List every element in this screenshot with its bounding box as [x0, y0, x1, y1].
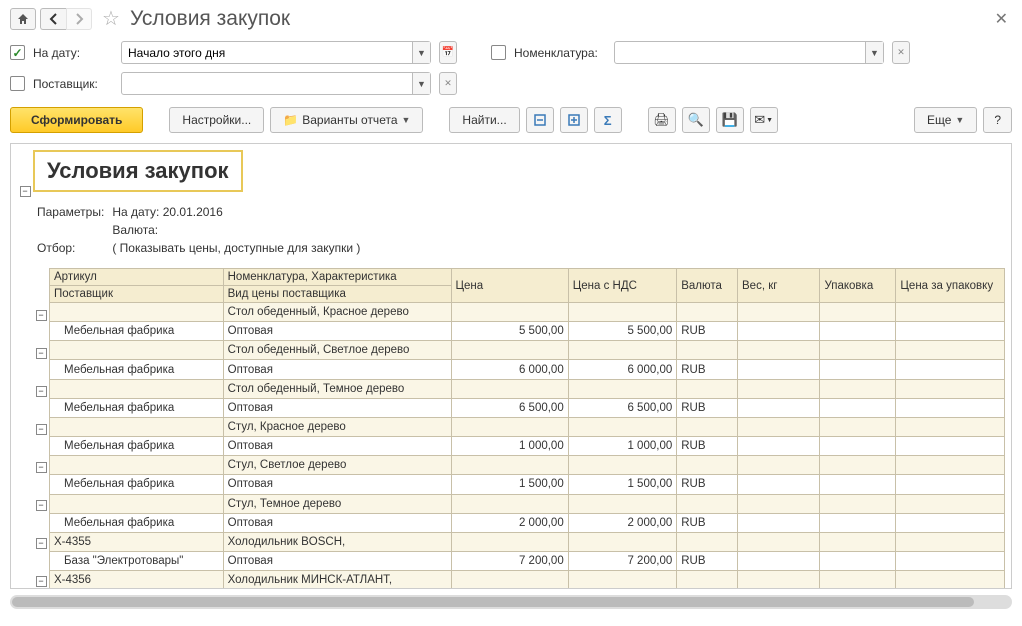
tree-toggle[interactable]: − [36, 538, 47, 549]
table-row: X-4355Холодильник BOSCH, [50, 532, 1005, 551]
settings-button[interactable]: Настройки... [169, 107, 264, 133]
supplier-clear-icon[interactable] [439, 72, 457, 95]
supplier-checkbox[interactable] [10, 76, 25, 91]
tree-toggle[interactable]: − [36, 310, 47, 321]
date-checkbox[interactable] [10, 45, 25, 60]
favorite-star-icon[interactable]: ☆ [102, 6, 120, 31]
table-row: Стул, Темное дерево [50, 494, 1005, 513]
date-input[interactable] [122, 46, 412, 60]
th-article: Артикул [50, 269, 224, 286]
collapse-icon[interactable] [560, 107, 588, 133]
tree-toggle[interactable]: − [36, 500, 47, 511]
generate-button[interactable]: Сформировать [10, 107, 143, 133]
table-row: Мебельная фабрикаОптовая2 000,002 000,00… [50, 513, 1005, 532]
report-variants-button[interactable]: 📁 Варианты отчета ▼ [270, 107, 423, 133]
more-button[interactable]: Еще ▼ [914, 107, 977, 133]
th-weight: Вес, кг [738, 269, 820, 303]
chevron-down-icon: ▼ [402, 115, 411, 125]
report-viewport[interactable]: − Условия закупок Параметры: На дату: 20… [10, 143, 1012, 589]
th-nomenclature: Номенклатура, Характеристика [223, 269, 451, 286]
th-supplier: Поставщик [50, 286, 224, 303]
table-row: Мебельная фабрикаОптовая1 000,001 000,00… [50, 437, 1005, 456]
nomenclature-combo[interactable]: ▼ [614, 41, 884, 64]
table-row: Мебельная фабрикаОптовая1 500,001 500,00… [50, 475, 1005, 494]
nomenclature-clear-icon[interactable] [892, 41, 910, 64]
tree-toggle[interactable]: − [36, 348, 47, 359]
nomenclature-input[interactable] [615, 46, 865, 60]
page-title: Условия закупок [130, 7, 290, 31]
find-button[interactable]: Найти... [449, 107, 519, 133]
nomenclature-label: Номенклатура: [514, 46, 606, 60]
th-price: Цена [451, 269, 568, 303]
tree-toggle[interactable]: − [36, 386, 47, 397]
date-label: На дату: [33, 46, 113, 60]
expand-icon[interactable] [526, 107, 554, 133]
save-icon[interactable]: 💾 [716, 107, 744, 133]
tree-toggle[interactable]: − [36, 462, 47, 473]
help-button[interactable]: ? [983, 107, 1012, 133]
table-row: Стол обеденный, Красное дерево [50, 303, 1005, 322]
tree-toggle-root[interactable]: − [20, 186, 31, 197]
th-package: Упаковка [820, 269, 896, 303]
preview-icon[interactable]: 🔍 [682, 107, 710, 133]
print-icon[interactable]: 🖨 [648, 107, 676, 133]
table-row: Стул, Красное дерево [50, 417, 1005, 436]
table-row: Мебельная фабрикаОптовая5 500,005 500,00… [50, 322, 1005, 341]
table-row: X-4356Холодильник МИНСК-АТЛАНТ, [50, 571, 1005, 589]
tree-toggle[interactable]: − [36, 424, 47, 435]
date-combo[interactable]: ▼ [121, 41, 431, 64]
supplier-input[interactable] [122, 77, 412, 91]
chevron-down-icon: ▼ [955, 115, 964, 125]
supplier-combo[interactable]: ▼ [121, 72, 431, 95]
home-button[interactable] [10, 8, 36, 30]
close-icon[interactable]: ✕ [991, 9, 1012, 29]
th-currency: Валюта [677, 269, 738, 303]
sum-icon[interactable]: Σ [594, 107, 622, 133]
data-table: Артикул Номенклатура, Характеристика Цен… [49, 268, 1005, 589]
date-dropdown-icon[interactable]: ▼ [412, 42, 430, 63]
supplier-dropdown-icon[interactable]: ▼ [412, 73, 430, 94]
table-row: Мебельная фабрикаОптовая6 500,006 500,00… [50, 398, 1005, 417]
nomenclature-checkbox[interactable] [491, 45, 506, 60]
horizontal-scrollbar[interactable] [10, 595, 1012, 609]
email-icon[interactable]: ✉▼ [750, 107, 778, 133]
scrollbar-thumb[interactable] [12, 597, 974, 607]
th-price-type: Вид цены поставщика [223, 286, 451, 303]
back-button[interactable] [40, 8, 66, 30]
report-title: Условия закупок [33, 150, 243, 192]
table-row: Стул, Светлое дерево [50, 456, 1005, 475]
supplier-label: Поставщик: [33, 77, 113, 91]
tree-toggle[interactable]: − [36, 576, 47, 587]
th-price-pack: Цена за упаковку [896, 269, 1005, 303]
table-row: Стол обеденный, Темное дерево [50, 379, 1005, 398]
report-params: Параметры: На дату: 20.01.2016 Валюта: О… [35, 202, 368, 258]
forward-button[interactable] [66, 8, 92, 30]
calendar-icon[interactable] [439, 41, 457, 64]
table-row: Мебельная фабрикаОптовая6 000,006 000,00… [50, 360, 1005, 379]
table-row: Стол обеденный, Светлое дерево [50, 341, 1005, 360]
nomenclature-dropdown-icon[interactable]: ▼ [865, 42, 883, 63]
th-price-vat: Цена с НДС [568, 269, 677, 303]
folder-icon: 📁 [283, 113, 298, 127]
table-row: База "Электротовары"Оптовая7 200,007 200… [50, 552, 1005, 571]
